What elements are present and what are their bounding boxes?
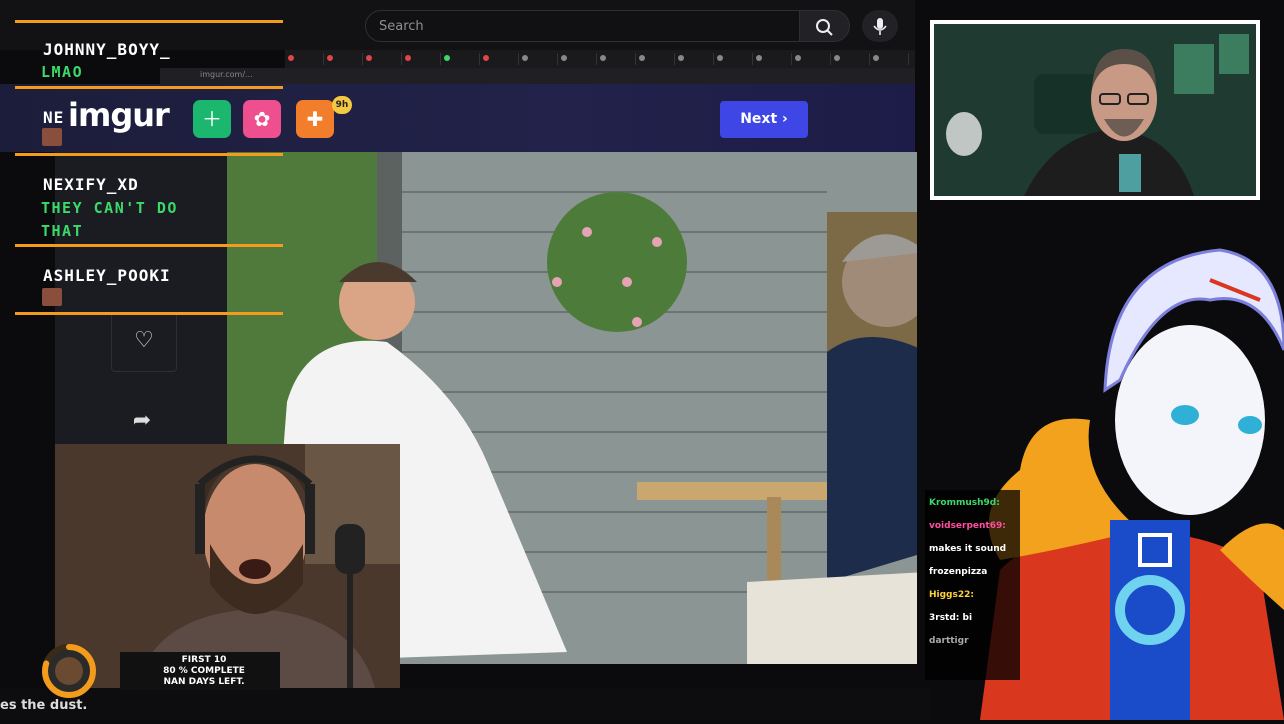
gamepad-icon: ✚: [306, 107, 324, 131]
microphone-button[interactable]: [862, 10, 898, 42]
tab-favicon-icon: [366, 55, 372, 61]
search-button[interactable]: [800, 10, 850, 42]
imgur-logo[interactable]: imgur: [68, 96, 170, 134]
next-label: Next: [740, 111, 778, 127]
chat-username: ASHLEY_POOKI: [43, 266, 171, 285]
chat-username: NEXIFY_XD: [43, 175, 139, 194]
share-arrow-icon: ➦: [132, 408, 152, 433]
goal-title: FIRST 10: [181, 655, 227, 665]
plus-icon: ＋: [202, 107, 222, 131]
chat-emote: [42, 128, 62, 146]
chat-username: NE: [43, 108, 65, 127]
browser-tab[interactable]: [675, 53, 714, 65]
tab-favicon-icon: [444, 55, 450, 61]
browser-tab[interactable]: [558, 53, 597, 65]
tab-favicon-icon: [873, 55, 879, 61]
browser-tab[interactable]: [831, 53, 870, 65]
chat-emote: [42, 288, 62, 306]
heart-icon: ♡: [134, 328, 154, 353]
games-button[interactable]: ✚: [296, 100, 334, 138]
tab-favicon-icon: [717, 55, 723, 61]
browser-tab[interactable]: [402, 53, 441, 65]
mini-chat-line: makes it sound: [929, 544, 1007, 554]
favorite-button[interactable]: ♡: [111, 312, 177, 372]
sub-goal-progress-ring: [38, 640, 100, 702]
cohost-webcam: [930, 20, 1260, 200]
browser-tab[interactable]: [480, 53, 519, 65]
tab-favicon-icon: [678, 55, 684, 61]
tab-favicon-icon: [639, 55, 645, 61]
tab-favicon-icon: [834, 55, 840, 61]
chat-divider: [15, 20, 283, 23]
browser-tab[interactable]: [870, 53, 909, 65]
tab-favicon-icon: [405, 55, 411, 61]
mini-chat-line: darttigr: [929, 636, 969, 646]
search-icon: [816, 19, 833, 36]
browser-tab[interactable]: [636, 53, 675, 65]
tab-favicon-icon: [288, 55, 294, 61]
mini-chat-line: Higgs22:: [929, 590, 974, 600]
browser-tab[interactable]: [792, 53, 831, 65]
mini-chat-panel: Krommush9d: voidserpent69: makes it soun…: [925, 490, 1020, 680]
goal-progress-text: 80 % COMPLETE: [163, 666, 245, 676]
browser-tab[interactable]: [519, 53, 558, 65]
notification-badge: 9h: [332, 96, 352, 114]
tab-favicon-icon: [756, 55, 762, 61]
cat-icon: ✿: [253, 107, 271, 131]
address-text: imgur.com/...: [200, 70, 253, 79]
goal-days-text: NAN DAYS LEFT.: [163, 677, 245, 687]
chat-divider: [15, 244, 283, 247]
new-post-button[interactable]: ＋: [193, 100, 231, 138]
tab-favicon-icon: [795, 55, 801, 61]
browser-tab[interactable]: [441, 53, 480, 65]
mini-chat-line: Krommush9d:: [929, 498, 1000, 508]
tab-favicon-icon: [522, 55, 528, 61]
browser-tab[interactable]: [753, 53, 792, 65]
chat-message: THAT: [41, 222, 84, 240]
tab-favicon-icon: [327, 55, 333, 61]
browser-tab-strip[interactable]: [285, 50, 915, 68]
browser-tab[interactable]: [363, 53, 402, 65]
next-post-button[interactable]: Next ›: [720, 101, 808, 138]
browser-tab[interactable]: [714, 53, 753, 65]
post-action-rail: [55, 152, 227, 444]
sub-goal-panel: FIRST 10 80 % COMPLETE NAN DAYS LEFT.: [120, 652, 280, 690]
chat-message: THEY CAN'T DO: [41, 199, 178, 217]
chat-divider: [15, 153, 283, 156]
tab-favicon-icon: [561, 55, 567, 61]
chat-divider: [15, 86, 283, 89]
tab-favicon-icon: [600, 55, 606, 61]
chat-divider: [15, 312, 283, 315]
chevron-right-icon: ›: [782, 111, 788, 127]
chat-username: JOHNNY_BOYY_: [43, 40, 171, 59]
microphone-icon: [873, 18, 887, 35]
mini-chat-line: 3rstd: bi: [929, 613, 973, 623]
browser-tab[interactable]: [285, 53, 324, 65]
bottom-bar: [0, 688, 930, 720]
mini-chat-line: voidserpent69:: [929, 521, 1006, 531]
tab-favicon-icon: [483, 55, 489, 61]
browser-tab[interactable]: [597, 53, 636, 65]
browser-tab[interactable]: [324, 53, 363, 65]
emerald-button[interactable]: ✿: [243, 100, 281, 138]
address-bar[interactable]: [160, 68, 915, 84]
search-input[interactable]: Search: [365, 10, 800, 42]
chat-message: LMAO: [41, 63, 84, 81]
mini-chat-line: frozenpizza: [929, 567, 988, 577]
share-button[interactable]: ➦: [122, 408, 162, 438]
